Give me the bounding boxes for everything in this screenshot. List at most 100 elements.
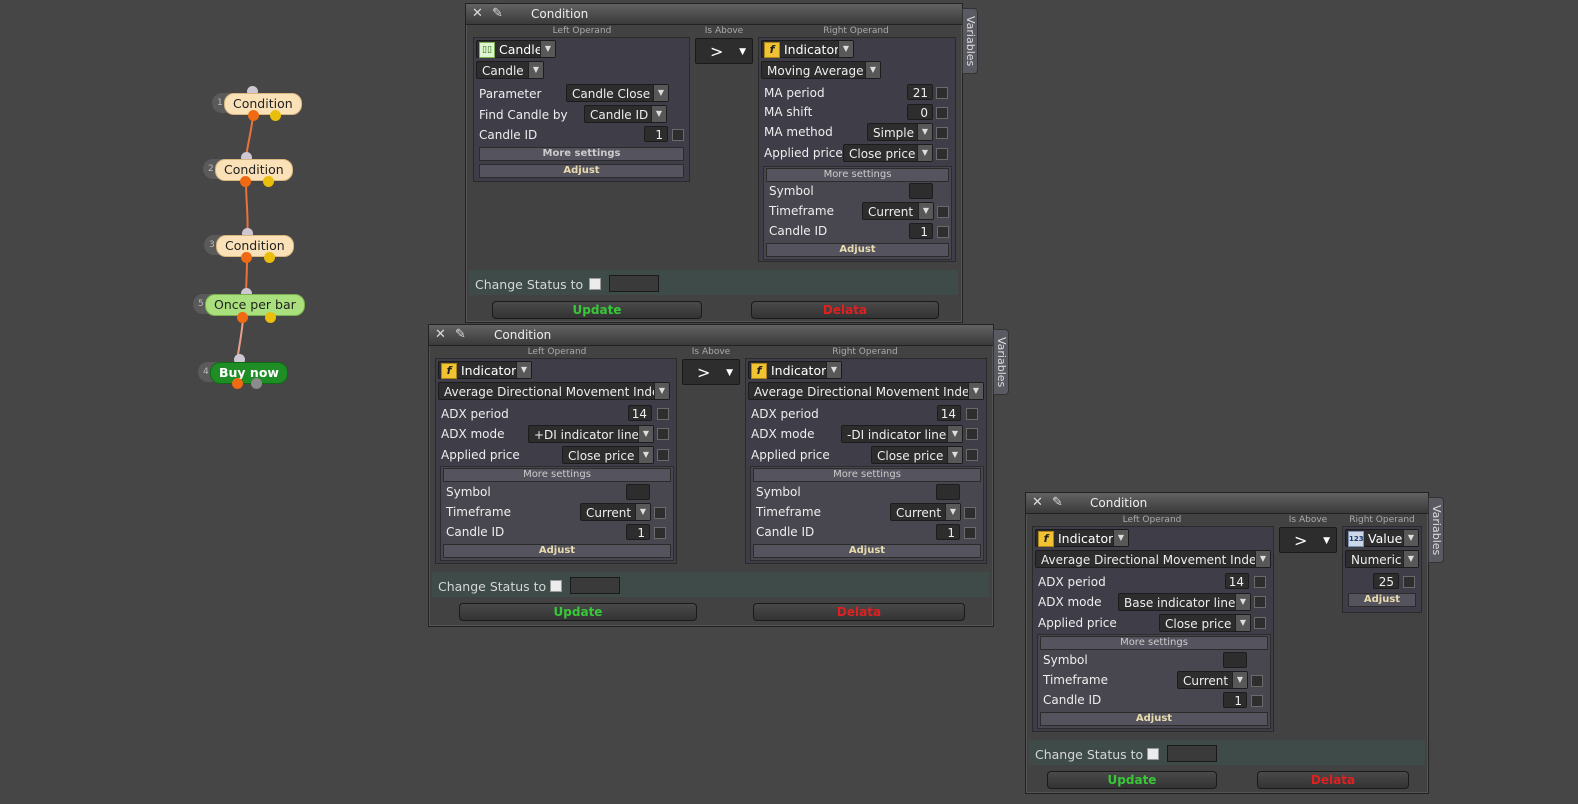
update-button[interactable]: Update	[1047, 771, 1217, 789]
adjust-button[interactable]: Adjust	[479, 164, 684, 178]
condition-window-1[interactable]: ✕ ✎ Condition Variables Left Operand Is …	[465, 3, 978, 323]
delete-button[interactable]: Delata	[751, 301, 939, 319]
condition-window-2[interactable]: ✕ ✎ Condition Variables Left Operand Is …	[428, 324, 1009, 627]
adx-mode-dropdown[interactable]: +DI indicator line ▼	[528, 425, 654, 443]
left-type-dropdown[interactable]: f Indicator ▼	[1035, 529, 1129, 547]
applied-price-dropdown[interactable]: Close price ▼	[871, 446, 963, 464]
status-input[interactable]	[1167, 745, 1217, 762]
window-titlebar[interactable]: ✕ ✎ Condition	[1026, 493, 1428, 514]
left-subtype-dropdown[interactable]: Candle ▼	[476, 61, 544, 79]
adjust-button[interactable]: Adjust	[766, 243, 949, 257]
param-checkbox[interactable]	[1254, 596, 1266, 608]
param-checkbox[interactable]	[654, 527, 666, 539]
candle-id-input[interactable]: 1	[644, 126, 668, 142]
operator-dropdown[interactable]: > ▼	[1279, 527, 1337, 553]
change-status-checkbox[interactable]	[550, 580, 562, 592]
find-candle-dropdown[interactable]: Candle ID ▼	[584, 105, 667, 123]
symbol-input[interactable]	[1223, 652, 1247, 668]
variables-tab[interactable]: Variables	[1428, 497, 1444, 563]
pin-icon[interactable]: ✎	[1052, 495, 1063, 511]
change-status-checkbox[interactable]	[589, 278, 601, 290]
right-type-dropdown[interactable]: 123 Value ▼	[1345, 529, 1419, 547]
more-settings-bar[interactable]: More settings	[479, 147, 684, 161]
param-checkbox[interactable]	[657, 449, 669, 461]
ma-period-input[interactable]: 21	[907, 84, 933, 100]
operator-dropdown[interactable]: > ▼	[695, 38, 753, 64]
close-icon[interactable]: ✕	[1032, 495, 1043, 511]
right-type-dropdown[interactable]: f Indicator ▼	[761, 40, 854, 58]
adjust-button[interactable]: Adjust	[1040, 712, 1268, 726]
param-checkbox[interactable]	[966, 408, 978, 420]
param-checkbox[interactable]	[1251, 695, 1263, 707]
left-type-dropdown[interactable]: f Indicator ▼	[438, 361, 532, 379]
adjust-button[interactable]: Adjust	[443, 544, 671, 558]
adjust-button[interactable]: Adjust	[753, 544, 981, 558]
more-settings-bar[interactable]: More settings	[1040, 636, 1268, 650]
param-checkbox[interactable]	[654, 507, 666, 519]
indicator-dropdown[interactable]: Moving Average ▼	[761, 61, 881, 79]
adx-period-input[interactable]: 14	[1225, 573, 1249, 589]
param-checkbox[interactable]	[936, 127, 948, 139]
adx-mode-dropdown[interactable]: Base indicator line ▼	[1118, 593, 1251, 611]
param-checkbox[interactable]	[657, 428, 669, 440]
variables-tab[interactable]: Variables	[993, 329, 1009, 395]
pin-icon[interactable]: ✎	[455, 327, 466, 343]
param-checkbox[interactable]	[936, 87, 948, 99]
status-input[interactable]	[609, 275, 659, 292]
timeframe-dropdown[interactable]: Current ▼	[1177, 671, 1248, 689]
param-checkbox[interactable]	[936, 148, 948, 160]
param-checkbox[interactable]	[936, 107, 948, 119]
condition-window-3[interactable]: ✕ ✎ Condition Variables Left Operand Is …	[1025, 492, 1444, 794]
candle-id-input[interactable]: 1	[1223, 692, 1247, 708]
ma-shift-input[interactable]: 0	[907, 104, 933, 120]
variables-tab[interactable]: Variables	[962, 8, 978, 74]
symbol-input[interactable]	[626, 484, 650, 500]
param-checkbox[interactable]	[937, 226, 949, 238]
param-checkbox[interactable]	[1254, 576, 1266, 588]
status-input[interactable]	[570, 577, 620, 594]
window-titlebar[interactable]: ✕ ✎ Condition	[466, 4, 962, 25]
candle-id-input[interactable]: 1	[626, 524, 650, 540]
indicator-dropdown[interactable]: Average Directional Movement Index ▼	[438, 382, 670, 400]
close-icon[interactable]: ✕	[435, 327, 446, 343]
numeric-value-input[interactable]: 25	[1373, 573, 1399, 589]
timeframe-dropdown[interactable]: Current ▼	[580, 503, 651, 521]
adx-period-input[interactable]: 14	[628, 405, 652, 421]
indicator-dropdown[interactable]: Average Directional Movement Index ▼	[748, 382, 984, 400]
param-checkbox[interactable]	[964, 507, 976, 519]
timeframe-dropdown[interactable]: Current ▼	[890, 503, 961, 521]
parameter-dropdown[interactable]: Candle Close ▼	[566, 84, 669, 102]
param-checkbox[interactable]	[657, 408, 669, 420]
param-checkbox[interactable]	[966, 428, 978, 440]
param-checkbox[interactable]	[1254, 617, 1266, 629]
param-checkbox[interactable]	[1251, 675, 1263, 687]
param-checkbox[interactable]	[1403, 576, 1415, 588]
update-button[interactable]: Update	[459, 603, 697, 621]
ma-method-dropdown[interactable]: Simple ▼	[867, 123, 933, 141]
candle-id-input[interactable]: 1	[936, 524, 960, 540]
operator-dropdown[interactable]: > ▼	[682, 359, 740, 385]
window-titlebar[interactable]: ✕ ✎ Condition	[429, 325, 993, 346]
change-status-checkbox[interactable]	[1147, 748, 1159, 760]
symbol-input[interactable]	[909, 183, 933, 199]
applied-price-dropdown[interactable]: Close price ▼	[562, 446, 654, 464]
indicator-dropdown[interactable]: Average Directional Movement Index ▼	[1035, 550, 1271, 568]
symbol-input[interactable]	[936, 484, 960, 500]
more-settings-bar[interactable]: More settings	[443, 468, 671, 482]
param-checkbox[interactable]	[966, 449, 978, 461]
close-icon[interactable]: ✕	[472, 6, 483, 22]
update-button[interactable]: Update	[492, 301, 702, 319]
param-checkbox[interactable]	[937, 206, 949, 218]
timeframe-dropdown[interactable]: Current ▼	[862, 202, 934, 220]
left-type-dropdown[interactable]: ▯▯ Candle ▼	[476, 40, 556, 58]
delete-button[interactable]: Delata	[753, 603, 965, 621]
candle-id-checkbox[interactable]	[672, 129, 684, 141]
more-settings-bar[interactable]: More settings	[753, 468, 981, 482]
adjust-button[interactable]: Adjust	[1348, 593, 1416, 607]
candle-id-input[interactable]: 1	[909, 223, 933, 239]
value-type-dropdown[interactable]: Numeric ▼	[1345, 550, 1419, 568]
adx-mode-dropdown[interactable]: -DI indicator line ▼	[841, 425, 963, 443]
param-checkbox[interactable]	[964, 527, 976, 539]
applied-price-dropdown[interactable]: Close price ▼	[1159, 614, 1251, 632]
pin-icon[interactable]: ✎	[492, 6, 503, 22]
